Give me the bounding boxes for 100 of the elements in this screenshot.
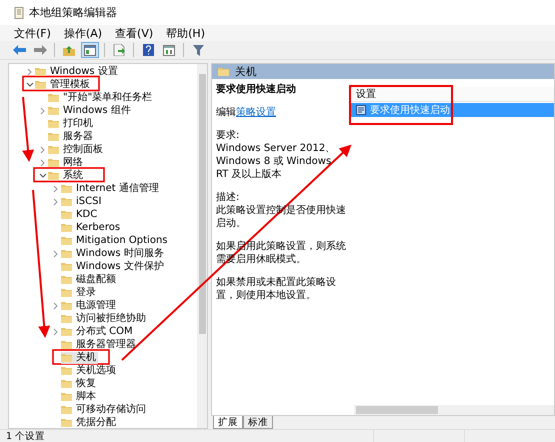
expand-chevron-icon[interactable]: [40, 146, 46, 154]
highlight-frame: [33, 167, 105, 182]
folder-icon: [61, 249, 72, 258]
policy-editor-icon: [14, 6, 24, 18]
menu-item[interactable]: 帮助(H): [166, 26, 205, 40]
back-arrow-icon[interactable]: [12, 45, 26, 55]
filter-icon[interactable]: [192, 44, 204, 56]
expand-chevron-icon[interactable]: [53, 198, 59, 206]
highlight-frame: [52, 349, 110, 365]
view-tab[interactable]: 标准: [243, 416, 273, 429]
section-label: 描述:: [216, 191, 240, 204]
folder-icon: [61, 262, 72, 271]
folder-icon: [218, 67, 229, 76]
folder-icon: [61, 236, 72, 245]
vertical-scrollbar[interactable]: [197, 64, 207, 428]
tree-item[interactable]: 系统: [48, 170, 85, 182]
folder-icon: [61, 418, 72, 427]
folder-icon: [61, 353, 72, 362]
tree-item[interactable]: 凭据分配: [61, 416, 118, 428]
tree-item[interactable]: 管理模板: [35, 78, 92, 90]
folder-icon: [61, 314, 72, 323]
folder-icon: [61, 275, 72, 284]
tree-item[interactable]: 磁盘配额: [61, 274, 118, 286]
status-text: 1 个设置: [5, 430, 46, 442]
folder-icon: [61, 327, 72, 336]
expand-chevron-icon[interactable]: [53, 250, 59, 258]
tree-item[interactable]: 登录: [61, 286, 98, 298]
policy-title: 要求使用快速启动: [216, 83, 297, 96]
tree-item[interactable]: 恢复: [61, 378, 98, 390]
folder-icon: [48, 106, 59, 115]
folder-icon: [61, 392, 72, 401]
expand-chevron-icon[interactable]: [53, 184, 59, 192]
folder-icon: [48, 145, 59, 154]
collapse-chevron-icon[interactable]: [39, 172, 47, 178]
folder-icon: [48, 132, 59, 141]
folder-icon: [61, 223, 72, 232]
tree-item[interactable]: 服务器: [48, 130, 95, 142]
tree-item[interactable]: Kerberos: [61, 222, 122, 234]
folder-up-icon[interactable]: [63, 44, 75, 56]
menu-item[interactable]: 文件(F): [14, 26, 51, 40]
folder-icon: [61, 366, 72, 375]
folder-icon: [48, 93, 59, 102]
collapse-chevron-icon[interactable]: [26, 82, 34, 88]
policy-setting-icon: [356, 105, 366, 115]
edit-label: 编辑: [216, 107, 236, 118]
tree-item[interactable]: KDC: [61, 208, 100, 220]
folder-icon: [61, 184, 72, 193]
folder-icon: [61, 340, 72, 349]
folder-icon: [61, 288, 72, 297]
expand-chevron-icon[interactable]: [27, 68, 33, 76]
policy-settings-link[interactable]: 策略设置: [236, 107, 276, 118]
folder-icon: [48, 119, 59, 128]
export-list-icon[interactable]: [113, 44, 125, 56]
menu-item[interactable]: 操作(A): [64, 26, 102, 40]
tree-item[interactable]: 脚本: [61, 390, 98, 402]
description-text: 如果禁用或未配置此策略设置，则使用本地设置。: [216, 276, 337, 302]
column-header[interactable]: 设置: [350, 87, 554, 102]
properties-window-icon[interactable]: [163, 44, 175, 56]
menu-item[interactable]: 查看(V): [115, 26, 154, 40]
tree-item[interactable]: Windows 文件保护: [61, 260, 166, 272]
tree-item[interactable]: 控制面板: [48, 144, 105, 156]
view-tab[interactable]: 扩展: [213, 416, 243, 429]
toolbar-button[interactable]: [81, 42, 99, 58]
tree-item[interactable]: 网络: [48, 156, 85, 168]
folder-icon: [48, 171, 59, 180]
tree-item[interactable]: Mitigation Options: [61, 234, 170, 246]
tree-item[interactable]: 打印机: [48, 118, 95, 130]
tree-item[interactable]: 关机: [61, 352, 98, 364]
annotation-arrow: [22, 96, 34, 162]
folder-icon: [61, 301, 72, 310]
tree-item[interactable]: 服务器管理器: [61, 338, 138, 350]
expand-chevron-icon[interactable]: [53, 302, 59, 310]
tree-item[interactable]: 访问被拒绝协助: [61, 312, 148, 324]
folder-icon: [35, 67, 46, 76]
tree-item[interactable]: Internet 通信管理: [61, 182, 161, 194]
folder-icon: [61, 405, 72, 414]
tree-item[interactable]: 电源管理: [61, 300, 118, 312]
window-title: 本地组策略编辑器: [29, 5, 117, 20]
tree-item[interactable]: 可移动存储访问: [61, 404, 148, 416]
tree-pane-icon[interactable]: [84, 44, 96, 56]
expand-chevron-icon[interactable]: [40, 106, 46, 114]
tree-item[interactable]: iSCSI: [61, 196, 104, 208]
tree-item[interactable]: Windows 时间服务: [61, 248, 166, 260]
folder-icon: [48, 158, 59, 167]
horizontal-scrollbar[interactable]: [354, 405, 554, 415]
folder-icon: [61, 197, 72, 206]
pane-header-title: 关机: [235, 64, 257, 78]
tree-item[interactable]: 分布式 COM: [61, 326, 135, 338]
help-icon[interactable]: [142, 44, 154, 56]
tree-item[interactable]: Windows 组件: [48, 104, 133, 116]
expand-chevron-icon[interactable]: [40, 158, 46, 166]
tree-item[interactable]: Windows 设置: [35, 66, 120, 78]
forward-arrow-icon[interactable]: [34, 45, 46, 55]
tree-item[interactable]: 关机选项: [61, 364, 118, 376]
expand-chevron-icon[interactable]: [53, 328, 59, 336]
folder-icon: [61, 210, 72, 219]
section-label: 要求:: [216, 129, 240, 142]
description-text: Windows Server 2012、Windows 8 或 Windows RT 及以上版本: [216, 142, 336, 181]
tree-item[interactable]: "开始"菜单和任务栏: [48, 92, 154, 104]
folder-icon: [61, 379, 72, 388]
